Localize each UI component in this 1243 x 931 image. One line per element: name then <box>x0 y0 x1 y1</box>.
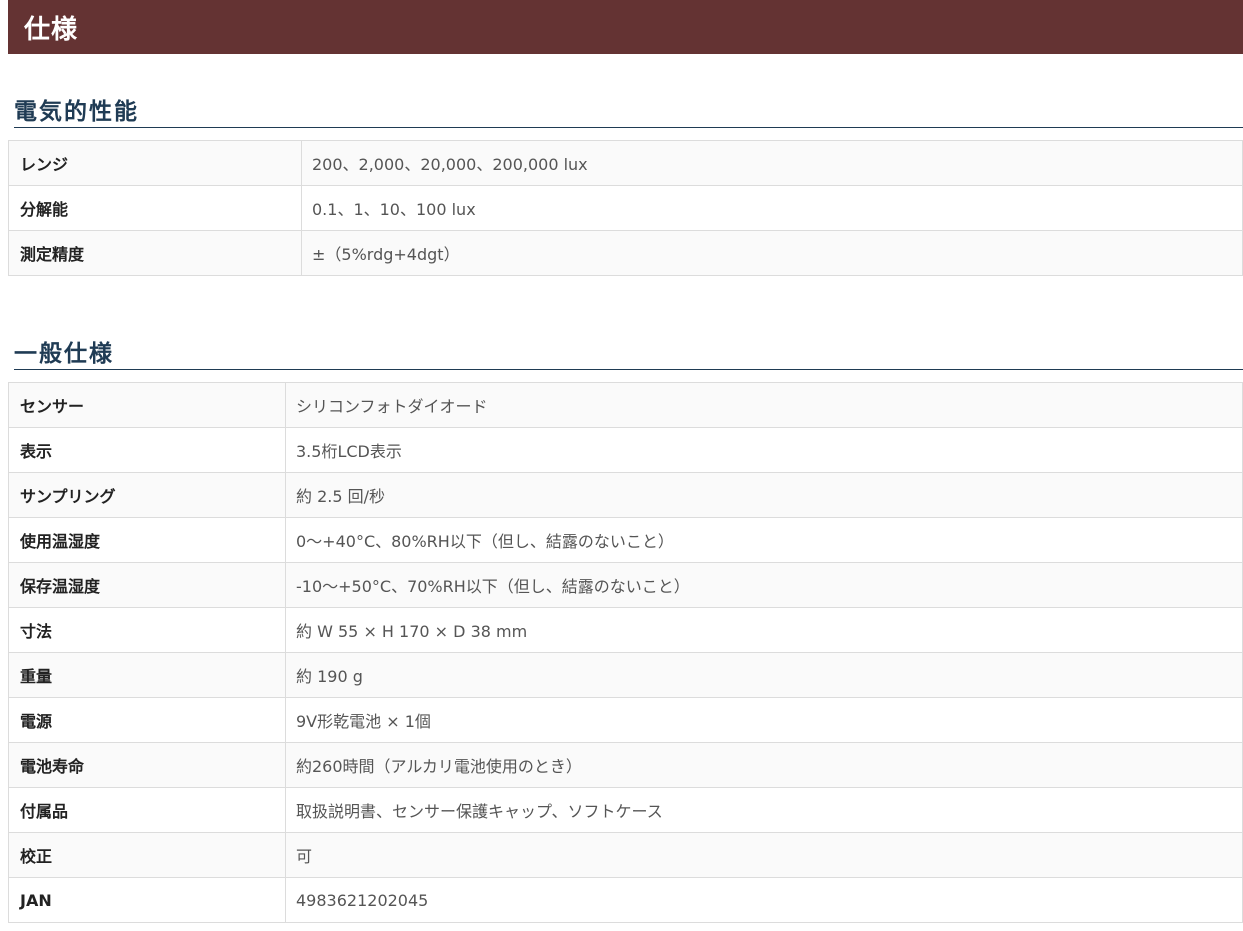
spec-value: 200、2,000、20,000、200,000 lux <box>301 140 1243 186</box>
spec-label: 電源 <box>8 697 286 743</box>
spec-label: レンジ <box>8 140 302 186</box>
table-row: センサー シリコンフォトダイオード <box>8 382 1243 428</box>
table-row: 使用温湿度 0～+40°C、80%RH以下（但し、結露のないこと） <box>8 517 1243 563</box>
electrical-spec-table: レンジ 200、2,000、20,000、200,000 lux 分解能 0.1… <box>8 140 1243 276</box>
spec-label: 使用温湿度 <box>8 517 286 563</box>
table-row: JAN 4983621202045 <box>8 877 1243 923</box>
spec-label: 測定精度 <box>8 230 302 276</box>
section-divider-general <box>14 369 1243 370</box>
section-title-electrical: 電気的性能 <box>14 99 139 125</box>
spec-label: 寸法 <box>8 607 286 653</box>
table-row: 重量 約 190 g <box>8 652 1243 698</box>
spec-label: JAN <box>8 877 286 923</box>
spec-value: 約260時間（アルカリ電池使用のとき） <box>285 742 1243 788</box>
spec-value: 0.1、1、10、100 lux <box>301 185 1243 231</box>
spec-value: ±（5%rdg+4dgt） <box>301 230 1243 276</box>
table-row: 寸法 約 W 55 × H 170 × D 38 mm <box>8 607 1243 653</box>
table-row: 電源 9V形乾電池 × 1個 <box>8 697 1243 743</box>
spec-label: 保存温湿度 <box>8 562 286 608</box>
table-row: 校正 可 <box>8 832 1243 878</box>
spec-value: 9V形乾電池 × 1個 <box>285 697 1243 743</box>
spec-value: 約 190 g <box>285 652 1243 698</box>
spec-label: 付属品 <box>8 787 286 833</box>
spec-label: 重量 <box>8 652 286 698</box>
spec-value: 可 <box>285 832 1243 878</box>
spec-label: 分解能 <box>8 185 302 231</box>
table-row: 表示 3.5桁LCD表示 <box>8 427 1243 473</box>
spec-label: 表示 <box>8 427 286 473</box>
page-title: 仕様 <box>24 14 79 45</box>
spec-value: シリコンフォトダイオード <box>285 382 1243 428</box>
general-spec-table: センサー シリコンフォトダイオード 表示 3.5桁LCD表示 サンプリング 約 … <box>8 382 1243 923</box>
spec-label: 校正 <box>8 832 286 878</box>
table-row: 電池寿命 約260時間（アルカリ電池使用のとき） <box>8 742 1243 788</box>
spec-value: 取扱説明書、センサー保護キャップ、ソフトケース <box>285 787 1243 833</box>
spec-label: 電池寿命 <box>8 742 286 788</box>
section-title-general: 一般仕様 <box>14 341 114 367</box>
table-row: 測定精度 ±（5%rdg+4dgt） <box>8 230 1243 276</box>
spec-value: 3.5桁LCD表示 <box>285 427 1243 473</box>
spec-value: 約 W 55 × H 170 × D 38 mm <box>285 607 1243 653</box>
table-row: 付属品 取扱説明書、センサー保護キャップ、ソフトケース <box>8 787 1243 833</box>
section-divider-electrical <box>14 127 1243 128</box>
table-row: 保存温湿度 -10～+50°C、70%RH以下（但し、結露のないこと） <box>8 562 1243 608</box>
spec-value: 0～+40°C、80%RH以下（但し、結露のないこと） <box>285 517 1243 563</box>
table-row: レンジ 200、2,000、20,000、200,000 lux <box>8 140 1243 186</box>
table-row: サンプリング 約 2.5 回/秒 <box>8 472 1243 518</box>
page-header: 仕様 <box>8 0 1243 54</box>
spec-value: 約 2.5 回/秒 <box>285 472 1243 518</box>
spec-label: サンプリング <box>8 472 286 518</box>
spec-label: センサー <box>8 382 286 428</box>
table-row: 分解能 0.1、1、10、100 lux <box>8 185 1243 231</box>
spec-value: 4983621202045 <box>285 877 1243 923</box>
spec-value: -10～+50°C、70%RH以下（但し、結露のないこと） <box>285 562 1243 608</box>
